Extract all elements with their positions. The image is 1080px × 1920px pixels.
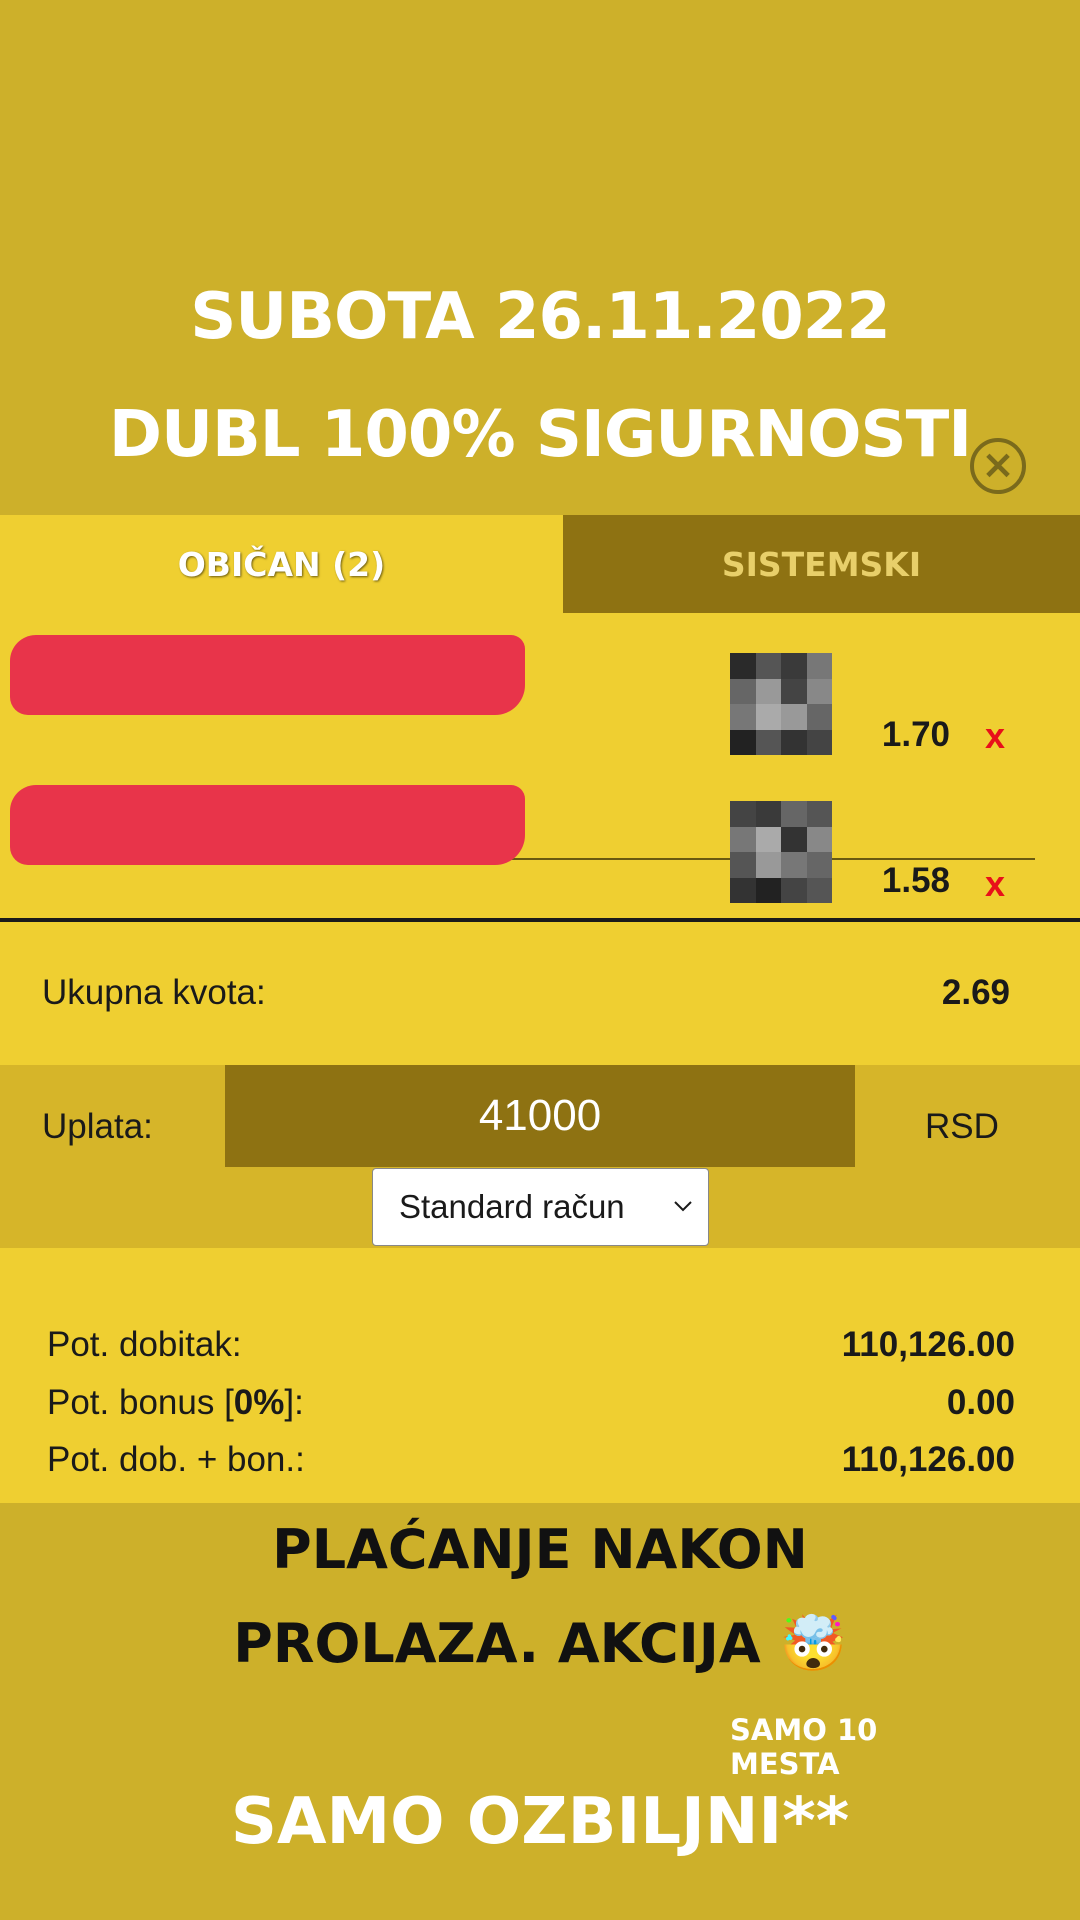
pixelated-team-logo	[730, 801, 832, 903]
close-icon[interactable]: ×	[970, 438, 1026, 494]
potential-bonus-label: Pot. bonus [0%]:	[47, 1383, 304, 1422]
remove-pick-button[interactable]: x	[985, 715, 1005, 757]
account-select[interactable]: Standard račun	[372, 1168, 709, 1246]
potential-total-label: Pot. dob. + bon.:	[47, 1440, 305, 1479]
total-odds-value: 2.69	[941, 973, 1010, 1012]
account-select-value: Standard račun	[399, 1188, 625, 1225]
potential-total-value: 110,126.00	[841, 1440, 1015, 1479]
tab-sistemski[interactable]: SISTEMSKI	[563, 515, 1080, 613]
stake-input[interactable]: 41000	[225, 1065, 855, 1167]
pick-odds: 1.58	[881, 861, 950, 900]
currency-label: RSD	[925, 1107, 999, 1146]
promo-line-4: SAMO OZBILJNI**	[230, 1785, 850, 1859]
tab-obican[interactable]: OBIČAN (2)	[0, 515, 563, 613]
pick-row: 1.70 x	[0, 615, 1080, 860]
remove-pick-button[interactable]: x	[985, 863, 1005, 905]
pixelated-team-logo	[730, 653, 832, 755]
promo-line-3: SAMO 10 MESTA	[730, 1713, 878, 1781]
chevron-down-icon	[674, 1201, 692, 1212]
headline-title: DUBL 100% SIGURNOSTI	[108, 398, 972, 472]
stake-section: Uplata: 41000 RSD Standard račun	[0, 1065, 1080, 1248]
redacted-match-name	[10, 635, 525, 715]
promo-line-2: PROLAZA. AKCIJA 🤯	[233, 1612, 847, 1675]
potential-bonus-value: 0.00	[946, 1383, 1015, 1422]
divider	[0, 918, 1080, 922]
bet-slip: OBIČAN (2) SISTEMSKI 1.70 x 1.58 x Ukupn…	[0, 515, 1080, 1503]
total-odds-label: Ukupna kvota:	[42, 973, 266, 1012]
redacted-match-name	[10, 785, 525, 865]
headline-date: SUBOTA 26.11.2022	[190, 280, 891, 354]
potential-win-label: Pot. dobitak:	[47, 1325, 242, 1364]
pick-row: 1.58 x	[0, 765, 1080, 910]
promo-line-1: PLAĆANJE NAKON	[272, 1518, 808, 1581]
stake-label: Uplata:	[42, 1107, 153, 1146]
bonus-percent: 0%	[233, 1383, 285, 1422]
pick-odds: 1.70	[881, 715, 950, 754]
potential-win-value: 110,126.00	[841, 1325, 1015, 1364]
